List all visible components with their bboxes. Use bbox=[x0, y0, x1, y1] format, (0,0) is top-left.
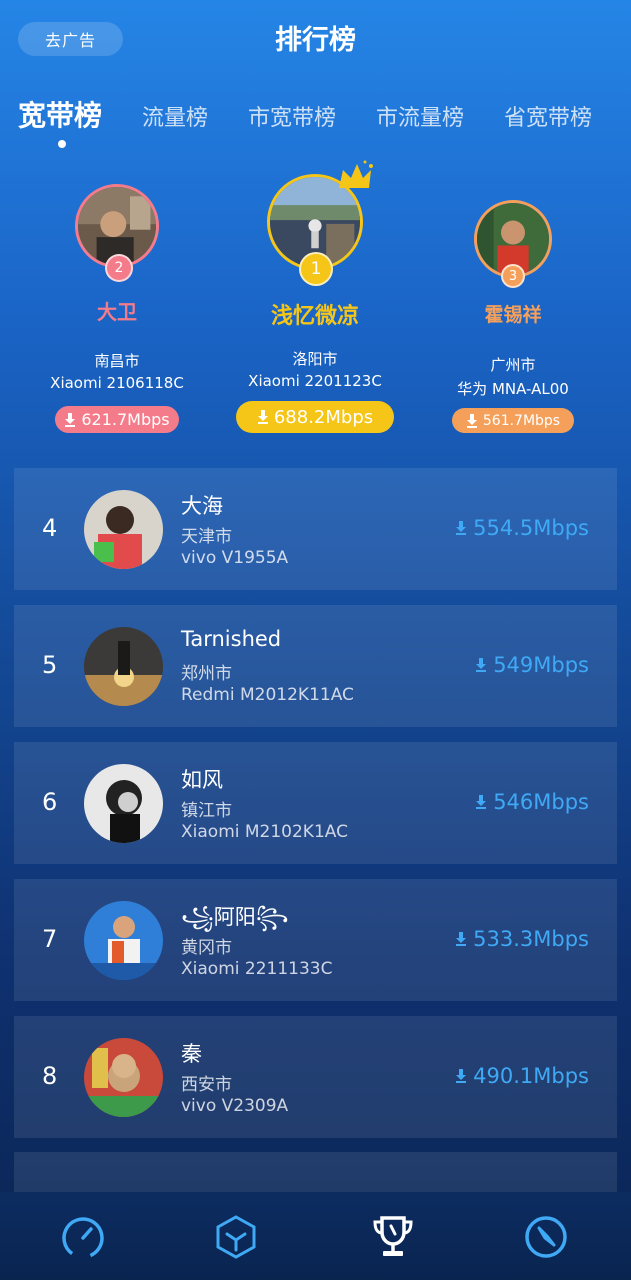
avatar bbox=[84, 1038, 163, 1117]
speed-value: 533.3Mbps bbox=[473, 927, 589, 951]
user-city: 天津市 bbox=[181, 527, 232, 547]
cube-icon bbox=[216, 1215, 256, 1259]
user-device: vivo V2309A bbox=[181, 1096, 289, 1116]
user-city: 郑州市 bbox=[181, 664, 232, 684]
list-item-partial[interactable] bbox=[14, 1152, 617, 1192]
user-name: 大海 bbox=[181, 494, 223, 518]
rank-badge: 3 bbox=[501, 264, 525, 288]
podium-third[interactable]: 3 霍锡祥 广州市 华为 MNA-AL00 561.7Mbps bbox=[423, 160, 603, 440]
top-three-podium: 2 大卫 南昌市 Xiaomi 2106118C 621.7Mbps 1 浅忆微… bbox=[0, 160, 631, 440]
user-city: 西安市 bbox=[181, 1075, 232, 1095]
avatar bbox=[84, 764, 163, 843]
nav-discover[interactable] bbox=[523, 1214, 569, 1260]
page-title: 排行榜 bbox=[275, 25, 356, 56]
rank-number: 6 bbox=[42, 788, 58, 816]
speedometer-icon bbox=[62, 1217, 104, 1259]
podium-device: Xiaomi 2106118C bbox=[50, 374, 184, 392]
download-icon bbox=[476, 795, 487, 809]
rank-number: 7 bbox=[42, 925, 58, 953]
download-icon bbox=[466, 413, 477, 428]
speed-pill: 561.7Mbps bbox=[452, 408, 574, 433]
user-name: Tarnished bbox=[181, 627, 282, 651]
podium-city: 洛阳市 bbox=[292, 350, 338, 368]
user-city: 黄冈市 bbox=[181, 938, 232, 958]
download-icon bbox=[456, 1069, 467, 1083]
speed: 490.1Mbps bbox=[455, 1064, 589, 1088]
rank-number: 8 bbox=[42, 1062, 58, 1090]
podium-city: 南昌市 bbox=[94, 352, 140, 370]
user-name: 秦 bbox=[181, 1042, 202, 1066]
tab-city-broadband[interactable]: 市宽带榜 bbox=[248, 100, 336, 132]
user-device: Xiaomi 2211133C bbox=[181, 959, 333, 979]
tab-province-broadband[interactable]: 省宽带榜 bbox=[504, 100, 592, 132]
list-item[interactable]: 6 如风 镇江市 Xiaomi M2102K1AC 546Mbps bbox=[14, 742, 617, 864]
list-item[interactable]: 4 大海 天津市 vivo V1955A 554.5Mbps bbox=[14, 468, 617, 590]
nav-tools[interactable] bbox=[213, 1214, 259, 1260]
user-device: Xiaomi M2102K1AC bbox=[181, 822, 348, 842]
speed: 554.5Mbps bbox=[455, 516, 589, 540]
podium-device: Xiaomi 2201123C bbox=[248, 372, 382, 390]
crown-icon bbox=[339, 160, 373, 188]
user-device: Redmi M2012K11AC bbox=[181, 685, 354, 705]
user-device: vivo V1955A bbox=[181, 548, 289, 568]
speed-value: 546Mbps bbox=[493, 790, 589, 814]
speed: 533.3Mbps bbox=[455, 927, 589, 951]
list-item[interactable]: 8 秦 西安市 vivo V2309A 490.1Mbps bbox=[14, 1016, 617, 1138]
podium-city: 广州市 bbox=[490, 356, 536, 374]
podium-second[interactable]: 2 大卫 南昌市 Xiaomi 2106118C 621.7Mbps bbox=[27, 160, 207, 440]
podium-name: 浅忆微凉 bbox=[270, 304, 359, 329]
list-item[interactable]: 5 Tarnished 郑州市 Redmi M2012K11AC 549Mbps bbox=[14, 605, 617, 727]
podium-first[interactable]: 1 浅忆微凉 洛阳市 Xiaomi 2201123C 688.2Mbps bbox=[225, 160, 405, 440]
speed-pill: 688.2Mbps bbox=[236, 401, 394, 433]
speed-pill: 621.7Mbps bbox=[55, 406, 179, 433]
bottom-nav bbox=[0, 1192, 631, 1280]
compass-icon bbox=[525, 1216, 567, 1258]
list-item[interactable]: 7 ꧁阿阳꧂ 黄冈市 Xiaomi 2211133C 533.3Mbps bbox=[14, 879, 617, 1001]
rank-badge: 2 bbox=[105, 254, 133, 282]
download-icon bbox=[257, 410, 268, 424]
avatar bbox=[84, 901, 163, 980]
ranking-tabs: 宽带榜 流量榜 市宽带榜 市流量榜 省宽带榜 bbox=[0, 90, 631, 150]
top-bar: 去广告 排行榜 bbox=[0, 0, 631, 78]
trophy-icon bbox=[373, 1216, 413, 1256]
podium-device: 华为 MNA-AL00 bbox=[457, 380, 569, 398]
download-icon bbox=[65, 412, 76, 427]
avatar bbox=[84, 490, 163, 569]
podium-name: 大卫 bbox=[97, 300, 137, 324]
nav-speedtest[interactable] bbox=[60, 1214, 106, 1260]
speed-value: 549Mbps bbox=[493, 653, 589, 677]
nav-ranking[interactable] bbox=[370, 1214, 416, 1260]
speed-value: 490.1Mbps bbox=[473, 1064, 589, 1088]
rank-badge: 1 bbox=[299, 252, 333, 286]
tab-traffic[interactable]: 流量榜 bbox=[142, 100, 208, 132]
speed: 549Mbps bbox=[475, 653, 589, 677]
speed-value: 688.2Mbps bbox=[273, 406, 374, 428]
speed-value: 561.7Mbps bbox=[482, 412, 561, 429]
podium-name: 霍锡祥 bbox=[484, 304, 542, 326]
download-icon bbox=[456, 932, 467, 946]
active-tab-indicator bbox=[58, 140, 66, 148]
speed-value: 621.7Mbps bbox=[81, 410, 170, 429]
download-icon bbox=[476, 658, 487, 672]
speed: 546Mbps bbox=[475, 790, 589, 814]
avatar bbox=[84, 627, 163, 706]
tab-city-traffic[interactable]: 市流量榜 bbox=[376, 100, 464, 132]
rank-number: 4 bbox=[42, 514, 58, 542]
user-city: 镇江市 bbox=[181, 801, 232, 821]
rank-number: 5 bbox=[42, 651, 58, 679]
user-name: 如风 bbox=[181, 768, 223, 792]
download-icon bbox=[456, 521, 467, 535]
tab-broadband[interactable]: 宽带榜 bbox=[18, 94, 102, 134]
speed-value: 554.5Mbps bbox=[473, 516, 589, 540]
